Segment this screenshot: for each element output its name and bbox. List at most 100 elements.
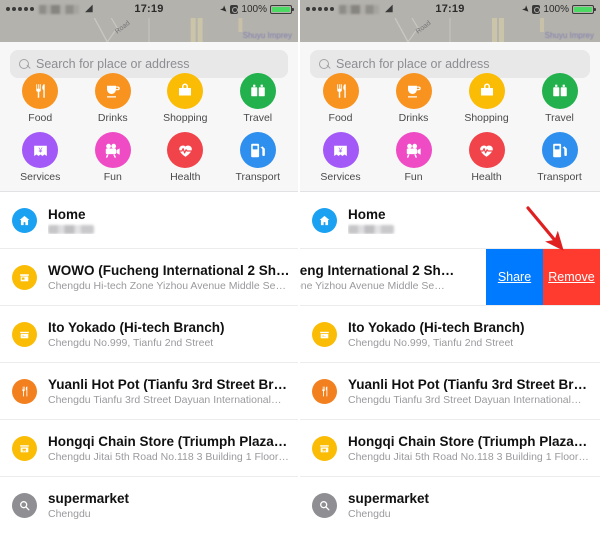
orientation-lock-icon	[230, 4, 239, 14]
list-item-subtitle: Chengdu	[48, 508, 91, 520]
list-item-yuanli-hot-pot[interactable]: Yuanli Hot Pot (Tianfu 3rd Street Br… Ch…	[300, 363, 600, 420]
store-icon	[12, 321, 37, 347]
category-food[interactable]: Food	[4, 73, 77, 124]
list-item-text: Hongqi Chain Store (Triumph Plaza… Cheng…	[48, 434, 298, 463]
list-item-subtitle: Chengdu Hi-tech Zone Yizhou Avenue Middl…	[48, 279, 286, 292]
category-label: Health	[170, 171, 201, 183]
list-item-subtitle: Chengdu No.999, Tianfu 2nd Street	[348, 336, 514, 349]
list-item-wowo-swiped[interactable]: …heng International 2 Sh… …Zone Yizhou A…	[300, 249, 600, 306]
category-services[interactable]: ¥ Services	[304, 128, 377, 183]
list-item-title: supermarket	[348, 491, 430, 506]
right-phone-panel: ◢ 17:19 ➤ 100% Road Shuyu Imprey Search …	[300, 0, 600, 534]
list-item-home[interactable]: Home	[0, 192, 298, 249]
category-grid: Food Drinks Shopping Travel ¥ Services F…	[300, 73, 600, 191]
category-label: Health	[471, 171, 502, 183]
remove-button[interactable]: Remove	[543, 249, 600, 305]
category-label: Shopping	[464, 112, 509, 124]
list-item-text: Hongqi Chain Store (Triumph Plaza… Cheng…	[348, 434, 600, 463]
list-item-home[interactable]: Home	[300, 192, 600, 249]
list-item-text: Ito Yokado (Hi-tech Branch) Chengdu No.9…	[348, 320, 600, 349]
list-item-text: supermarket Chengdu	[48, 491, 298, 520]
category-label: Transport	[235, 171, 281, 183]
fun-icon	[395, 132, 432, 168]
search-input[interactable]: Search for place or address	[336, 57, 490, 71]
saved-places-list: Home …heng International 2 Sh… …Zone Yiz…	[300, 192, 600, 534]
list-item-title: Yuanli Hot Pot (Tianfu 3rd Street Br…	[48, 376, 288, 392]
list-item-wowo[interactable]: WOWO (Fucheng International 2 Sh… Chengd…	[0, 249, 298, 306]
location-arrow-icon: ➤	[519, 2, 533, 15]
category-label: Food	[328, 112, 353, 124]
category-health[interactable]: Health	[450, 128, 523, 183]
search-input[interactable]: Search for place or address	[36, 57, 190, 71]
list-item-title: supermarket	[48, 491, 130, 506]
map-attribution: Shuyu Imprey	[544, 31, 594, 40]
map-strip[interactable]: Road Shuyu Imprey	[0, 18, 298, 42]
category-health[interactable]: Health	[149, 128, 222, 183]
category-drinks[interactable]: Drinks	[77, 73, 150, 124]
category-label: Drinks	[398, 112, 429, 124]
battery-full-icon	[270, 4, 294, 14]
food-icon	[22, 73, 59, 109]
transport-icon	[239, 132, 276, 168]
status-right-group: ➤ 100%	[519, 2, 596, 15]
list-item-text: Yuanli Hot Pot (Tianfu 3rd Street Br… Ch…	[348, 377, 600, 406]
list-item-text: Yuanli Hot Pot (Tianfu 3rd Street Br… Ch…	[48, 377, 298, 406]
status-bar: ◢ 17:19 ➤ 100%	[0, 0, 298, 18]
travel-icon	[541, 73, 578, 109]
category-drinks[interactable]: Drinks	[377, 73, 450, 124]
fun-icon	[94, 132, 131, 168]
category-label: Travel	[545, 112, 574, 124]
list-item-hongqi[interactable]: Hongqi Chain Store (Triumph Plaza… Cheng…	[0, 420, 298, 477]
search-history-icon	[312, 493, 337, 518]
list-item-subtitle: Chengdu Jitai 5th Road No.118 3 Building…	[48, 450, 289, 463]
category-food[interactable]: Food	[304, 73, 377, 124]
list-item-subtitle: Chengdu No.999, Tianfu 2nd Street	[48, 336, 214, 349]
list-item-text: supermarket Chengdu	[348, 491, 600, 520]
home-icon	[12, 207, 37, 233]
services-icon: ¥	[22, 132, 59, 168]
search-bar[interactable]: Search for place or address	[10, 50, 288, 78]
location-arrow-icon: ➤	[217, 2, 231, 15]
category-label: Fun	[404, 171, 423, 183]
list-item-text: Home	[348, 207, 600, 234]
category-fun[interactable]: Fun	[377, 128, 450, 183]
search-bar[interactable]: Search for place or address	[310, 50, 590, 78]
orientation-lock-icon	[532, 4, 541, 14]
list-item-ito-yokado[interactable]: Ito Yokado (Hi-tech Branch) Chengdu No.9…	[0, 306, 298, 363]
screenshot-root: ◢ 17:19 ➤ 100% Road Shuyu Imprey Search …	[0, 0, 600, 534]
category-travel[interactable]: Travel	[523, 73, 596, 124]
list-item-ito-yokado[interactable]: Ito Yokado (Hi-tech Branch) Chengdu No.9…	[300, 306, 600, 363]
category-row-1: Food Drinks Shopping Travel	[304, 73, 596, 124]
map-strip[interactable]: Road Shuyu Imprey	[300, 18, 600, 42]
list-item-supermarket[interactable]: supermarket Chengdu	[300, 477, 600, 534]
category-label: Services	[320, 171, 361, 183]
category-transport[interactable]: Transport	[222, 128, 295, 183]
category-label: Services	[20, 171, 61, 183]
svg-text:¥: ¥	[38, 146, 42, 154]
shopping-icon	[468, 73, 505, 109]
category-shopping[interactable]: Shopping	[149, 73, 222, 124]
store-icon	[312, 321, 337, 347]
svg-text:Road: Road	[415, 20, 433, 36]
restaurant-icon	[12, 378, 37, 404]
list-item-title: Hongqi Chain Store (Triumph Plaza…	[348, 433, 588, 449]
convenience-store-icon	[312, 435, 337, 461]
services-icon: ¥	[322, 132, 359, 168]
home-icon	[312, 207, 337, 233]
food-icon	[322, 73, 359, 109]
list-item-hongqi[interactable]: Hongqi Chain Store (Triumph Plaza… Cheng…	[300, 420, 600, 477]
share-button[interactable]: Share	[486, 249, 543, 305]
list-item-title: Hongqi Chain Store (Triumph Plaza…	[48, 433, 288, 449]
category-fun[interactable]: Fun	[77, 128, 150, 183]
category-row-1: Food Drinks Shopping Travel	[4, 73, 295, 124]
status-bar: ◢ 17:19 ➤ 100%	[300, 0, 600, 18]
category-travel[interactable]: Travel	[222, 73, 295, 124]
category-services[interactable]: ¥ Services	[4, 128, 77, 183]
category-transport[interactable]: Transport	[523, 128, 596, 183]
battery-percent-label: 100%	[241, 3, 267, 15]
list-item-yuanli-hot-pot[interactable]: Yuanli Hot Pot (Tianfu 3rd Street Br… Ch…	[0, 363, 298, 420]
travel-icon	[239, 73, 276, 109]
category-shopping[interactable]: Shopping	[450, 73, 523, 124]
health-icon	[468, 132, 505, 168]
list-item-supermarket[interactable]: supermarket Chengdu	[0, 477, 298, 534]
